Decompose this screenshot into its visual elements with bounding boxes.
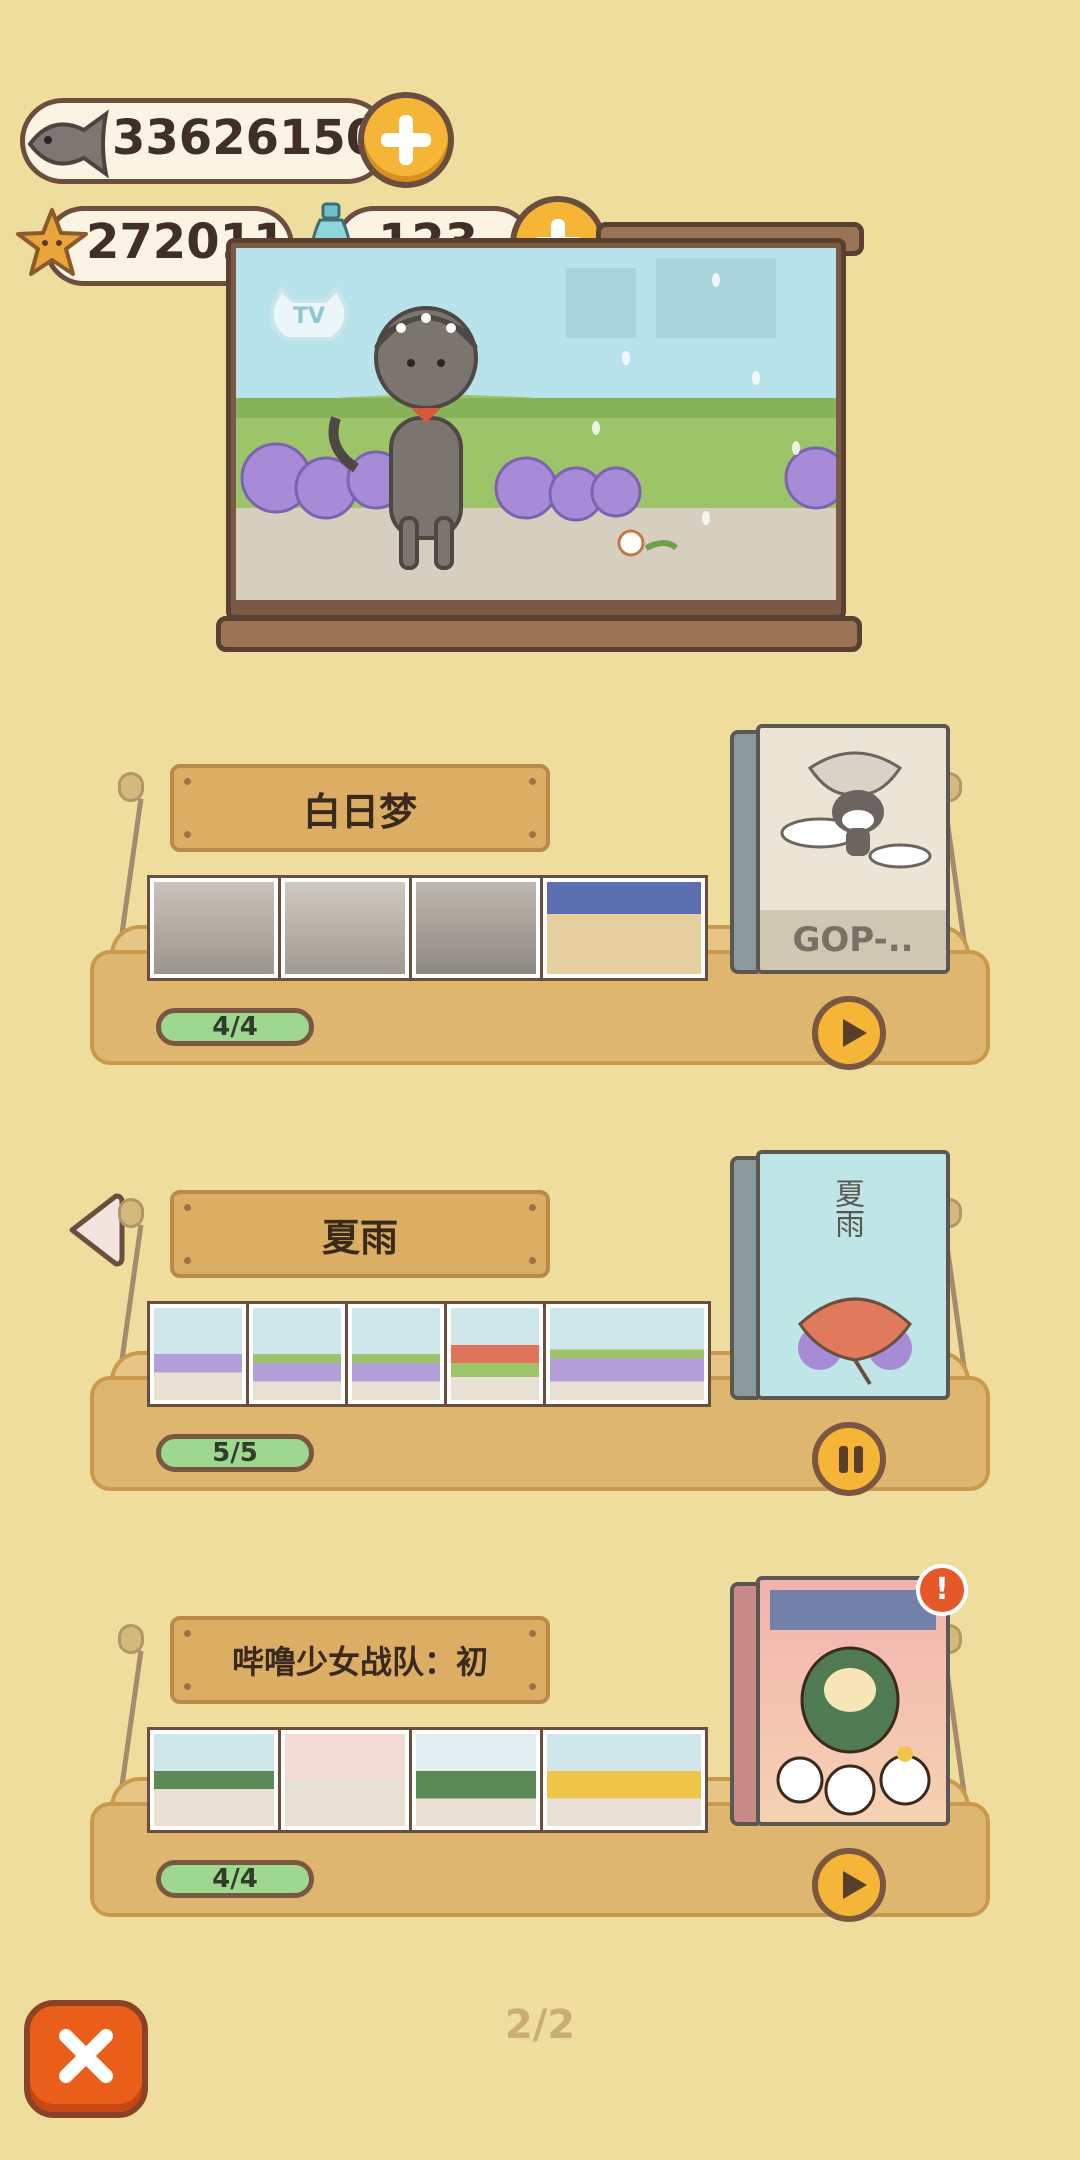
pause-icon [839, 1446, 848, 1473]
album-title-board: 哔噜少女战队：初 [170, 1616, 550, 1704]
album-shelf-2: 夏雨 5/5 夏雨 [90, 1066, 990, 1496]
album-play-button[interactable] [812, 996, 886, 1070]
album-thumbnail[interactable] [147, 1727, 281, 1833]
play-icon [843, 1871, 867, 1899]
album-progress-badge: 4/4 [156, 1860, 314, 1898]
book-cover-title: 夏雨 [829, 1178, 864, 1238]
fish-icon [22, 104, 114, 184]
book-spine [730, 1156, 758, 1400]
shelf-peg [118, 772, 144, 802]
album-book[interactable]: ! [730, 1564, 968, 1826]
tv-screen-frame: TV [226, 238, 846, 620]
tv-logo-text: TV [293, 304, 326, 329]
book-cover-title: GOP-.. [760, 910, 946, 970]
shelf-peg [118, 1624, 144, 1654]
album-play-button[interactable] [812, 1848, 886, 1922]
album-title-board: 白日梦 [170, 764, 550, 852]
album-shelf-3: 哔噜少女战队：初 4/4 ! [90, 1492, 990, 1922]
new-badge: ! [916, 1564, 968, 1616]
album-thumbnail[interactable] [543, 1301, 711, 1407]
book-cover [756, 1576, 950, 1826]
album-progress-badge: 4/4 [156, 1008, 314, 1046]
album-thumbnail[interactable] [147, 1301, 249, 1407]
book-cover: GOP-.. [756, 724, 950, 974]
exclamation-icon: ! [935, 1572, 949, 1607]
play-icon [843, 1019, 867, 1047]
album-thumbnail[interactable] [246, 1301, 348, 1407]
page-indicator: 2/2 [504, 2002, 576, 2048]
album-thumbnail[interactable] [278, 875, 412, 981]
album-title-board: 夏雨 [170, 1190, 550, 1278]
close-button[interactable] [24, 2000, 148, 2118]
album-thumbnail[interactable] [444, 1301, 546, 1407]
dream-cat-pillow-icon [780, 751, 932, 869]
red-umbrella-icon [798, 1297, 912, 1386]
album-thumbnail-strip[interactable] [147, 1727, 708, 1833]
album-thumbnail[interactable] [540, 875, 708, 981]
album-thumbnail[interactable] [540, 1727, 708, 1833]
album-thumbnail-strip[interactable] [147, 875, 708, 981]
book-cover: 夏雨 [756, 1150, 950, 1400]
album-progress-badge: 5/5 [156, 1434, 314, 1472]
album-thumbnail[interactable] [147, 875, 281, 981]
album-title: 哔噜少女战队：初 [231, 1643, 488, 1681]
album-thumbnail[interactable] [278, 1727, 412, 1833]
tv-logo-icon: TV [267, 285, 351, 345]
album-pause-button[interactable] [812, 1422, 886, 1496]
album-thumbnail[interactable] [409, 1727, 543, 1833]
pause-icon [854, 1446, 863, 1473]
book-spine [730, 730, 758, 974]
add-fish-button[interactable] [358, 92, 454, 188]
book-spine [730, 1582, 758, 1826]
album-book[interactable]: 夏雨 [730, 1150, 950, 1400]
album-title: 白日梦 [302, 789, 417, 834]
star-icon [14, 206, 90, 282]
album-thumbnail[interactable] [345, 1301, 447, 1407]
close-icon [59, 2029, 113, 2083]
shelf-peg [118, 1198, 144, 1228]
group-characters-icon [770, 1590, 936, 1816]
album-thumbnail[interactable] [409, 875, 543, 981]
album-title: 夏雨 [321, 1215, 398, 1260]
album-book[interactable]: GOP-.. [730, 724, 950, 974]
album-thumbnail-strip[interactable] [147, 1301, 711, 1407]
album-shelf-1: 白日梦 4/4 GOP-.. [90, 640, 990, 1070]
